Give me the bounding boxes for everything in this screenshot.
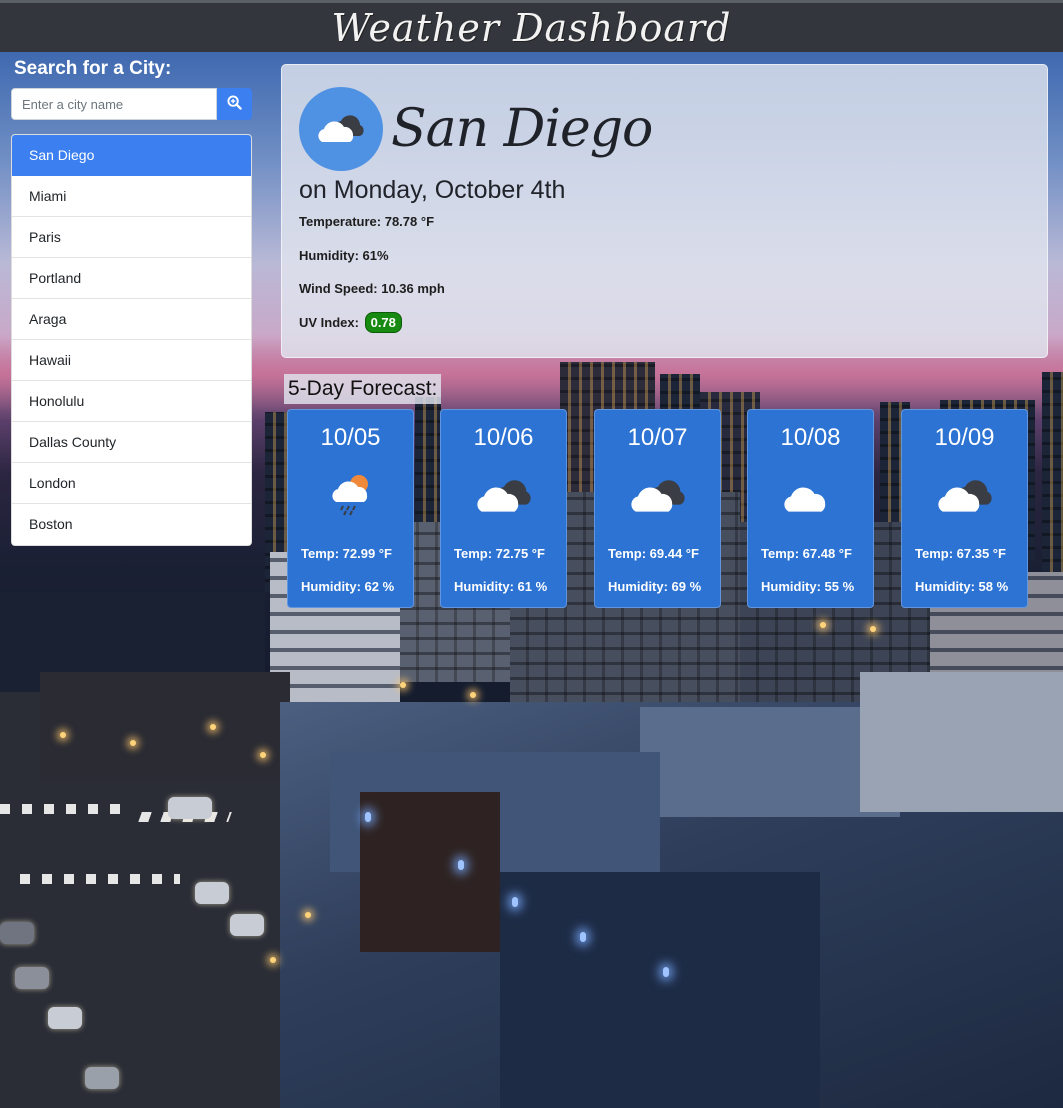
forecast-humidity: Humidity: 61 % [454, 579, 548, 594]
current-city-name: San Diego [391, 99, 653, 159]
forecast-temp: Temp: 67.48 °F [761, 546, 852, 561]
forecast-temp: Temp: 72.75 °F [454, 546, 545, 561]
current-weather-icon-badge [299, 87, 383, 171]
forecast-temp: Temp: 69.44 °F [608, 546, 699, 561]
forecast-humidity: Humidity: 62 % [301, 579, 395, 594]
forecast-temp: Temp: 67.35 °F [915, 546, 1006, 561]
forecast-humidity: Humidity: 55 % [761, 579, 855, 594]
forecast-title: 5-Day Forecast: [284, 374, 442, 404]
city-item-san-diego[interactable]: San Diego [12, 135, 251, 176]
forecast-humidity: Humidity: 69 % [608, 579, 702, 594]
search-button[interactable] [217, 88, 252, 120]
city-item-paris[interactable]: Paris [12, 217, 251, 258]
app-header: Weather Dashboard [0, 0, 1063, 52]
forecast-card: 10/08 Temp: 67.48 °F Humidity: 55 % [747, 409, 874, 608]
forecast-date: 10/07 [627, 424, 688, 451]
city-item-london[interactable]: London [12, 463, 251, 504]
forecast-date: 10/06 [473, 424, 534, 451]
cloudy-icon [474, 474, 534, 518]
city-item-boston[interactable]: Boston [12, 504, 251, 545]
current-uv-row: UV Index: 0.78 [299, 306, 1030, 340]
current-temperature: Temperature: 78.78 °F [299, 214, 435, 229]
uv-label: UV Index: [299, 314, 359, 330]
forecast-date: 10/05 [320, 424, 381, 451]
current-wind-speed: Wind Speed: 10.36 mph [299, 281, 445, 296]
current-weather-card: San Diego on Monday, October 4th Tempera… [281, 64, 1048, 358]
city-item-dallas-county[interactable]: Dallas County [12, 422, 251, 463]
current-date: on Monday, October 4th [299, 176, 566, 204]
city-item-portland[interactable]: Portland [12, 258, 251, 299]
forecast-date: 10/09 [934, 424, 995, 451]
cloudy-icon [316, 110, 366, 148]
city-heading-row: San Diego [299, 87, 1030, 171]
current-humidity: Humidity: 61% [299, 247, 389, 263]
city-item-honolulu[interactable]: Honolulu [12, 381, 251, 422]
forecast-card: 10/09 Temp: 67.35 °F Humidity: 58 % [901, 409, 1028, 608]
cloudy-icon [935, 474, 995, 518]
forecast-card: 10/07 Temp: 69.44 °F Humidity: 69 % [594, 409, 721, 608]
search-history-list: San Diego Miami Paris Portland Araga Haw… [11, 134, 252, 546]
search-form [11, 88, 252, 120]
city-item-araga[interactable]: Araga [12, 299, 251, 340]
uv-index-badge: 0.78 [364, 311, 402, 333]
city-search-input[interactable] [11, 88, 217, 120]
sidebar: Search for a City: San Diego Miami Paris… [11, 58, 252, 546]
app-title: Weather Dashboard [331, 5, 732, 50]
cloud-icon [781, 474, 841, 518]
forecast-date: 10/08 [780, 424, 841, 451]
search-zoom-icon [227, 95, 242, 113]
city-item-miami[interactable]: Miami [12, 176, 251, 217]
forecast-card: 10/06 Temp: 72.75 °F Humidity: 61 % [440, 409, 567, 608]
forecast-humidity: Humidity: 58 % [915, 579, 1009, 594]
cloudy-icon [628, 474, 688, 518]
rain-sun-cloud-icon [327, 470, 375, 522]
search-heading: Search for a City: [14, 58, 172, 79]
forecast-temp: Temp: 72.99 °F [301, 546, 392, 561]
forecast-card: 10/05 Temp: 72.99 °F Humidity: 62 % [287, 409, 414, 608]
city-item-hawaii[interactable]: Hawaii [12, 340, 251, 381]
